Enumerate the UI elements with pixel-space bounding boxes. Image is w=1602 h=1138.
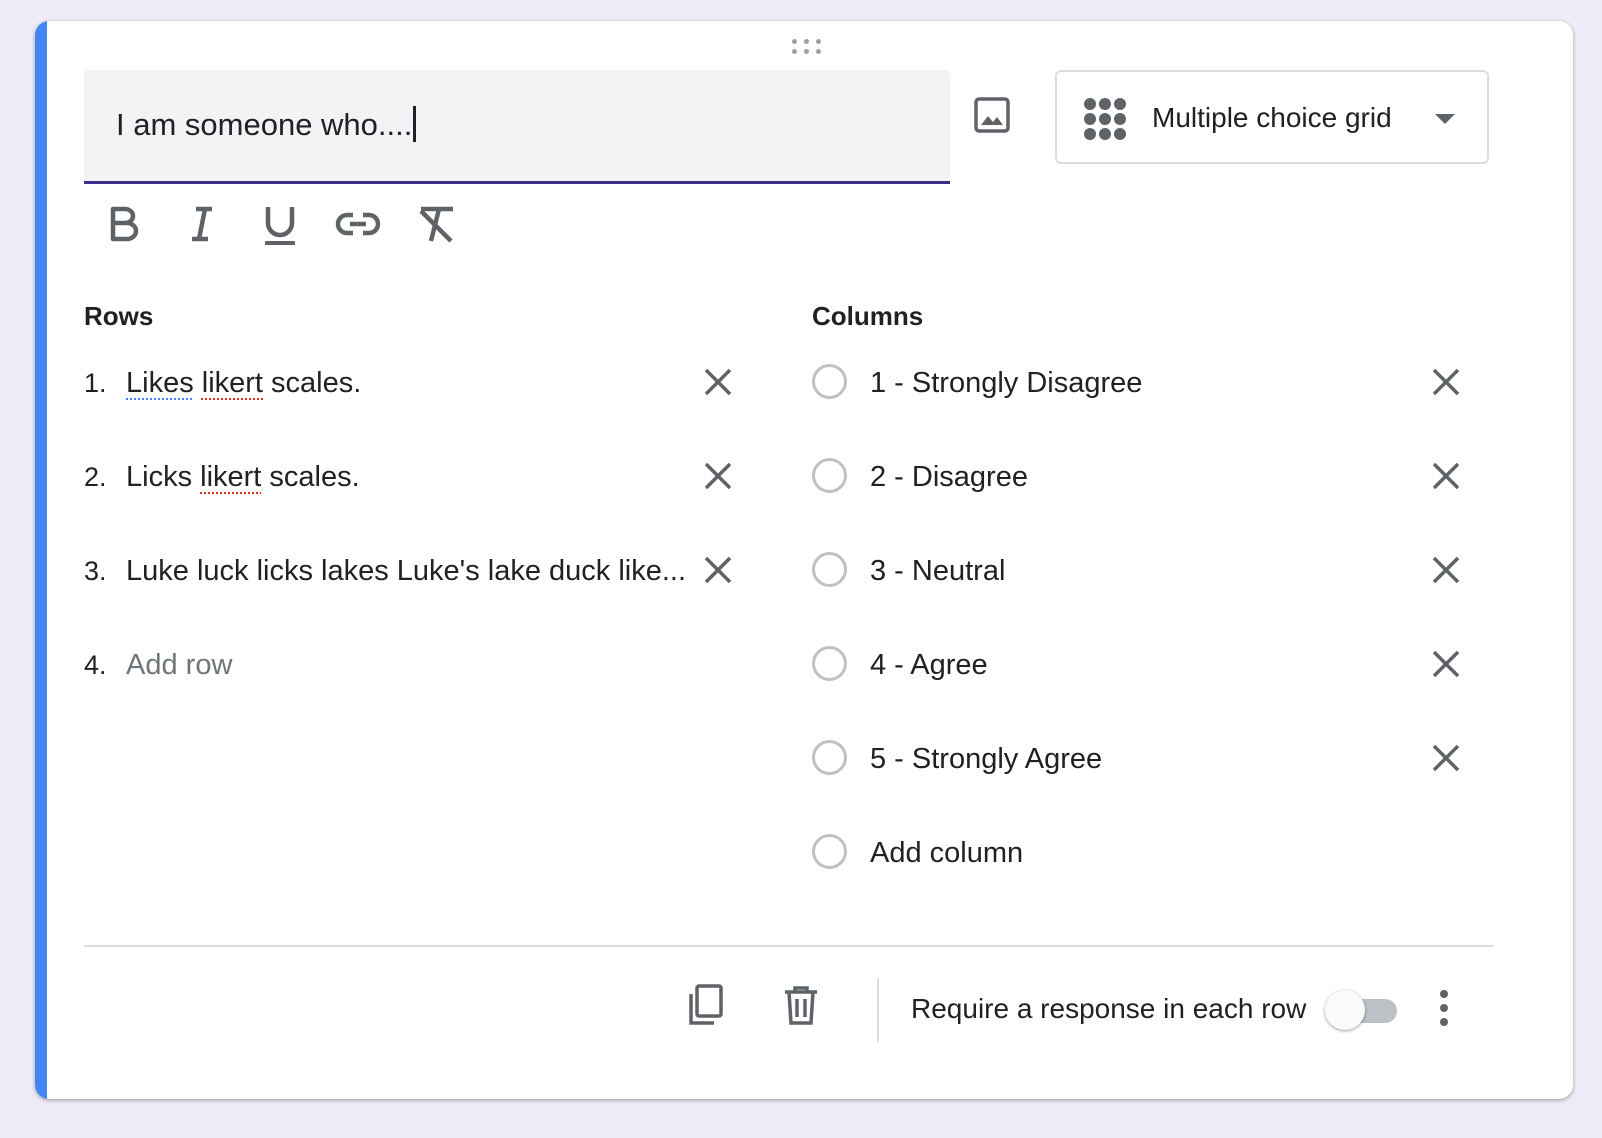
row-number: 4.: [84, 650, 107, 680]
trash-icon[interactable]: [779, 983, 823, 1027]
question-card[interactable]: I am someone who.... Multiple choice gri…: [35, 21, 1573, 1099]
remove-column-button[interactable]: [1428, 364, 1464, 400]
row-item[interactable]: 1. Likes likert scales.: [84, 354, 744, 414]
footer-separator: [877, 978, 879, 1042]
column-item[interactable]: 2 - Disagree: [812, 448, 1422, 508]
question-type-label: Multiple choice grid: [1152, 102, 1392, 133]
question-title-input[interactable]: I am someone who....: [84, 70, 950, 184]
require-response-toggle[interactable]: [1325, 989, 1401, 1031]
more-vert-icon[interactable]: [1430, 986, 1460, 1030]
toggle-thumb: [1325, 990, 1365, 1030]
row-label[interactable]: Licks likert scales.: [126, 461, 360, 494]
radio-icon: [812, 834, 847, 869]
row-label[interactable]: Likes likert scales.: [126, 367, 361, 400]
row-label[interactable]: Luke luck licks lakes Luke's lake duck l…: [126, 555, 686, 588]
copy-icon[interactable]: [685, 983, 729, 1027]
image-icon[interactable]: [973, 96, 1011, 134]
columns-heading: Columns: [812, 301, 924, 331]
add-row-placeholder: Add row: [126, 649, 233, 681]
row-item[interactable]: 2. Licks likert scales.: [84, 448, 744, 508]
add-column-input[interactable]: Add column: [812, 824, 1422, 884]
radio-icon: [812, 552, 847, 587]
remove-row-button[interactable]: [700, 552, 736, 588]
row-item[interactable]: 3. Luke luck licks lakes Luke's lake duc…: [84, 542, 744, 602]
drag-handle-icon[interactable]: [790, 37, 824, 55]
italic-icon[interactable]: [179, 201, 225, 247]
remove-column-button[interactable]: [1428, 552, 1464, 588]
grid-icon: [1084, 98, 1126, 140]
remove-column-button[interactable]: [1428, 646, 1464, 682]
column-label[interactable]: 2 - Disagree: [870, 461, 1028, 494]
dropdown-arrow-icon: [1435, 114, 1455, 124]
radio-icon: [812, 646, 847, 681]
underline-icon[interactable]: [257, 201, 303, 247]
column-label[interactable]: 1 - Strongly Disagree: [870, 367, 1142, 400]
remove-column-button[interactable]: [1428, 740, 1464, 776]
row-number: 3.: [84, 556, 107, 586]
radio-icon: [812, 364, 847, 399]
add-row-input[interactable]: 4. Add row: [84, 636, 744, 696]
column-item[interactable]: 5 - Strongly Agree: [812, 730, 1422, 790]
column-item[interactable]: 3 - Neutral: [812, 542, 1422, 602]
question-type-select[interactable]: Multiple choice grid: [1055, 70, 1489, 164]
column-label[interactable]: 3 - Neutral: [870, 555, 1005, 588]
question-title-text: I am someone who....: [116, 107, 413, 142]
radio-icon: [812, 458, 847, 493]
text-cursor: [413, 106, 417, 142]
bold-icon[interactable]: [101, 201, 147, 247]
remove-row-button[interactable]: [700, 364, 736, 400]
footer-divider: [84, 945, 1494, 947]
require-response-label: Require a response in each row: [911, 993, 1307, 1024]
remove-row-button[interactable]: [700, 458, 736, 494]
rows-heading: Rows: [84, 301, 154, 331]
row-number: 1.: [84, 368, 107, 398]
remove-column-button[interactable]: [1428, 458, 1464, 494]
row-number: 2.: [84, 462, 107, 492]
column-label[interactable]: 5 - Strongly Agree: [870, 743, 1102, 776]
active-card-indicator: [35, 21, 47, 1099]
radio-icon: [812, 740, 847, 775]
column-label[interactable]: 4 - Agree: [870, 649, 988, 682]
clear-formatting-icon[interactable]: [413, 201, 459, 247]
column-item[interactable]: 4 - Agree: [812, 636, 1422, 696]
column-item[interactable]: 1 - Strongly Disagree: [812, 354, 1422, 414]
link-icon[interactable]: [335, 201, 381, 247]
add-column-placeholder: Add column: [870, 837, 1024, 869]
